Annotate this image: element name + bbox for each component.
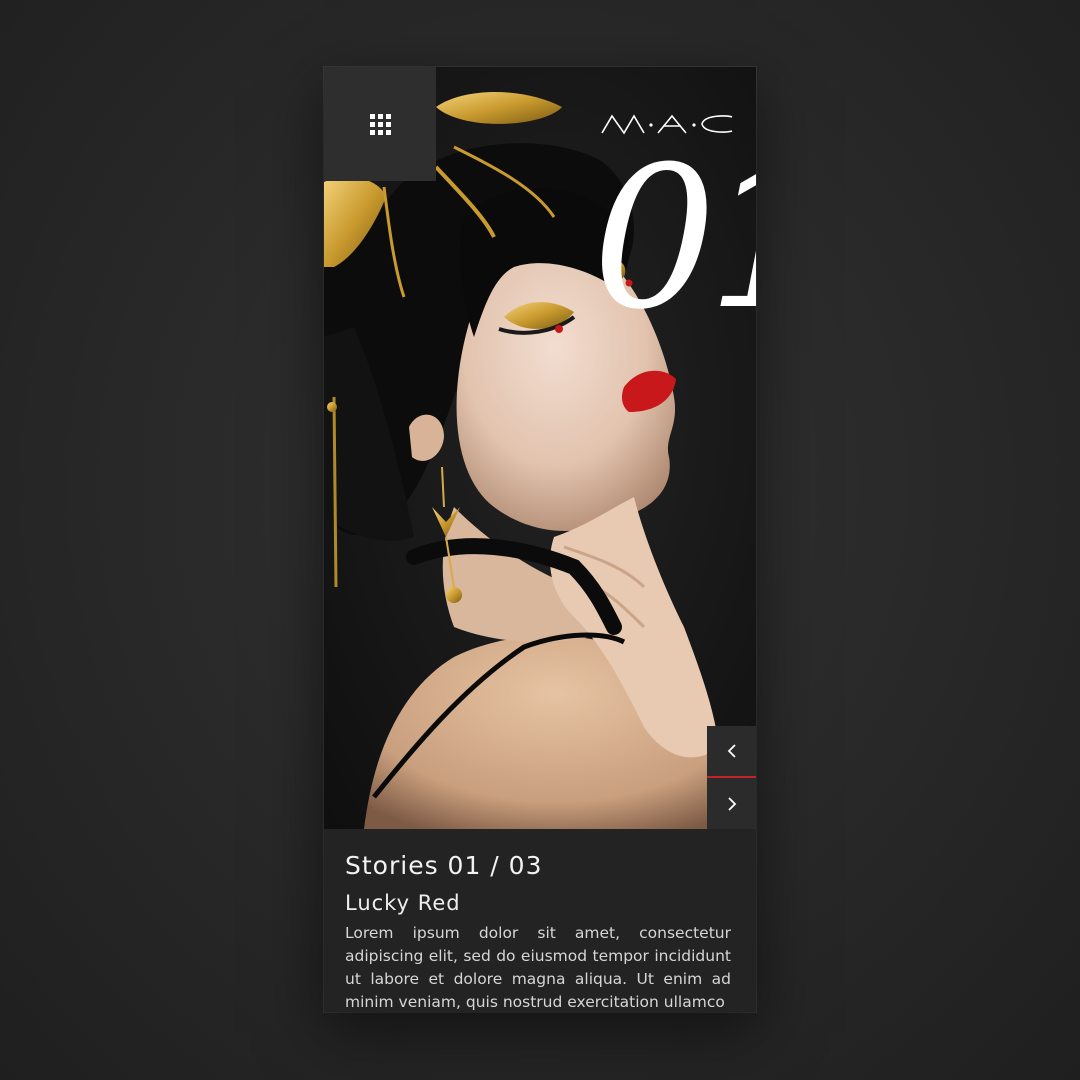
story-number: 01 — [592, 125, 756, 353]
hero-image: 01 — [324, 67, 756, 829]
next-button[interactable] — [707, 778, 756, 829]
chevron-right-icon — [727, 797, 736, 811]
prev-button[interactable] — [707, 726, 756, 776]
app-screen: 01 Stories 01 / 03 Lucky Red Lorem ipsum… — [324, 67, 756, 1012]
grid-icon — [369, 113, 391, 135]
story-body-text: Lorem ipsum dolor sit amet, consectetur … — [345, 924, 731, 1011]
story-name: Lucky Red — [345, 891, 461, 915]
stories-title: Stories 01 / 03 — [345, 851, 543, 880]
chevron-left-icon — [727, 744, 736, 758]
story-panel: Stories 01 / 03 Lucky Red Lorem ipsum do… — [324, 829, 756, 1012]
menu-button[interactable] — [324, 67, 436, 181]
